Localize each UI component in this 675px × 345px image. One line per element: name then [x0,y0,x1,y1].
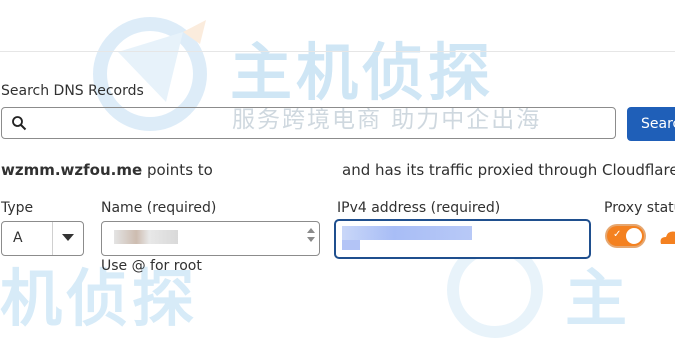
name-hint: Use @ for root [101,258,202,274]
proxy-toggle[interactable]: ✓ [607,226,644,246]
type-select[interactable]: A [1,221,84,256]
ipv4-label: IPv4 address (required) [337,200,501,216]
spinner-down-icon[interactable] [307,237,315,242]
points-to-text: points to [146,161,213,179]
spinner-up-icon[interactable] [307,228,315,233]
record-domain: wzmm.wzfou.me [1,161,143,179]
ipv4-value-redacted-part [342,240,360,250]
record-summary: wzmm.wzfou.me points to [1,161,213,179]
name-value-redacted [114,230,178,244]
type-label: Type [1,200,34,216]
search-icon [12,116,27,131]
search-button[interactable]: Search [627,107,675,141]
ipv4-field[interactable] [334,219,591,259]
name-field[interactable] [101,221,320,256]
type-dropdown-toggle[interactable] [52,222,83,255]
divider [0,51,675,52]
watermark-title: 主机侦探 [230,36,495,109]
proxy-status-label: Proxy status [604,200,675,216]
search-label: Search DNS Records [1,83,144,99]
cloud-icon [660,231,675,244]
proxy-message: and has its traffic proxied through Clou… [342,161,675,179]
check-icon: ✓ [613,229,622,240]
name-spinner[interactable] [305,224,317,253]
ipv4-value-redacted [342,226,472,240]
search-input[interactable] [1,107,616,139]
chevron-down-icon [62,234,74,241]
type-value: A [13,230,23,246]
name-label: Name (required) [101,200,217,216]
toggle-knob [626,228,642,244]
watermark-bottom-right: 主 [565,262,628,335]
